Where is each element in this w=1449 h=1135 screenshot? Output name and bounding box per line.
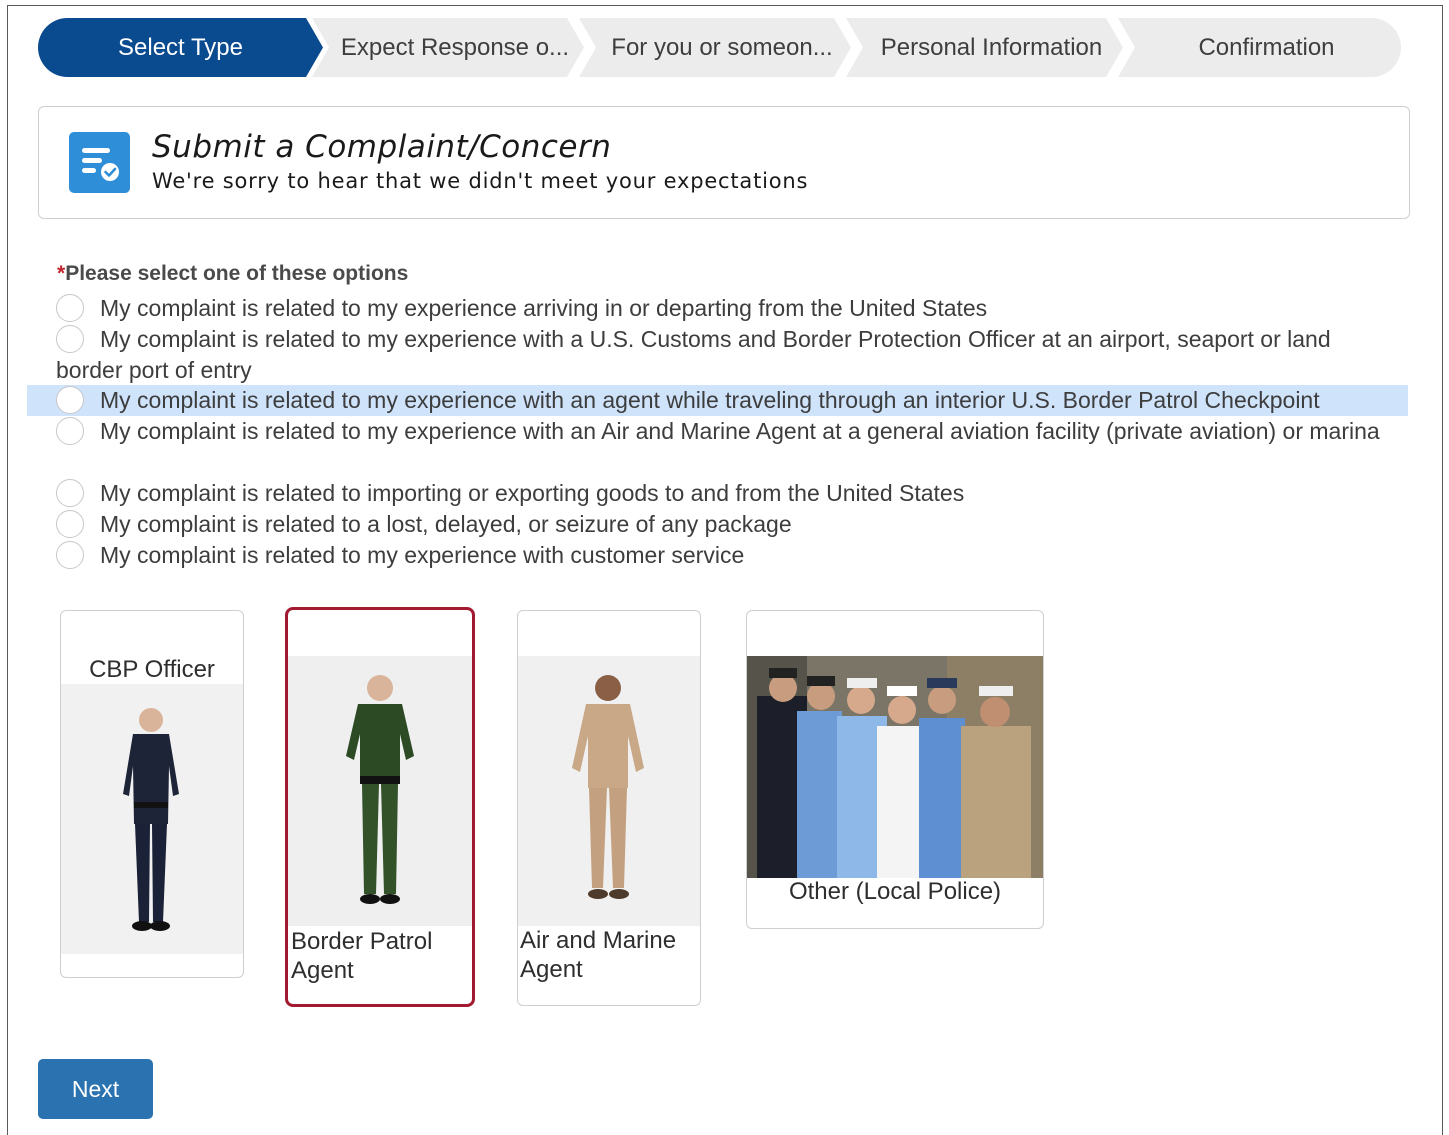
step-label: Expect Response o... (340, 33, 570, 61)
card-label: Other (Local Police) (788, 878, 1002, 905)
card-air-marine-agent[interactable]: Air and Marine Agent (517, 610, 701, 1006)
option-cbp-officer[interactable]: My complaint is related to my experience… (56, 324, 1396, 386)
step-select-type[interactable]: Select Type (38, 18, 323, 77)
step-label: Personal Information (880, 33, 1103, 61)
card-label: Border Patrol Agent (291, 928, 433, 984)
option-air-marine[interactable]: My complaint is related to my experience… (56, 416, 1396, 447)
step-expect-response[interactable]: Expect Response o... (312, 18, 584, 77)
border-patrol-agent-photo (288, 656, 472, 926)
step-label: For you or someon... (611, 33, 833, 61)
local-police-photo (747, 656, 1043, 878)
radio-button[interactable] (56, 540, 84, 569)
radio-button[interactable] (56, 416, 84, 445)
step-personal-information[interactable]: Personal Information (846, 18, 1123, 77)
form-check-icon (69, 132, 130, 193)
option-arrival-departure[interactable]: My complaint is related to my experience… (56, 293, 1396, 324)
next-button[interactable]: Next (38, 1059, 153, 1119)
option-import-export[interactable]: My complaint is related to importing or … (56, 478, 1396, 509)
question-label: *Please select one of these options (57, 262, 408, 286)
page-title: Submit a Complaint/Concern (152, 129, 612, 165)
radio-button[interactable] (56, 478, 84, 507)
card-border-patrol-agent[interactable]: Border Patrol Agent (285, 607, 475, 1007)
card-label: CBP Officer (89, 656, 215, 683)
option-border-patrol-checkpoint[interactable]: My complaint is related to my experience… (27, 385, 1408, 416)
cbp-officer-photo (61, 684, 243, 954)
step-label: Confirmation (1198, 33, 1335, 61)
step-confirmation[interactable]: Confirmation (1118, 18, 1401, 77)
option-label: My complaint is related to my experience… (100, 418, 1380, 444)
card-label: Air and Marine Agent (520, 927, 677, 983)
question-text: Please select one of these options (65, 262, 409, 285)
step-label: Select Type (118, 33, 243, 61)
air-marine-agent-photo (518, 656, 700, 926)
progress-stepper: Select Type Expect Response o... For you… (38, 18, 1410, 77)
radio-button[interactable] (56, 509, 84, 538)
complaint-header-card: Submit a Complaint/Concern We're sorry t… (38, 106, 1410, 219)
required-marker: * (57, 262, 66, 285)
card-other-local-police[interactable]: Other (Local Police) (746, 610, 1044, 929)
step-for-you[interactable]: For you or someon... (579, 18, 851, 77)
radio-button[interactable] (56, 385, 84, 414)
page-subtitle: We're sorry to hear that we didn't meet … (152, 169, 809, 193)
option-label: My complaint is related to a lost, delay… (100, 511, 792, 537)
option-label: My complaint is related to my experience… (100, 387, 1320, 413)
option-customer-service[interactable]: My complaint is related to my experience… (56, 540, 1396, 571)
radio-button[interactable] (56, 324, 84, 353)
option-package[interactable]: My complaint is related to a lost, delay… (56, 509, 1396, 540)
card-cbp-officer[interactable]: CBP Officer (60, 610, 244, 978)
option-label: My complaint is related to my experience… (100, 542, 745, 568)
option-label: My complaint is related to my experience… (56, 326, 1331, 383)
radio-button[interactable] (56, 293, 84, 322)
option-label: My complaint is related to importing or … (100, 480, 965, 506)
option-label: My complaint is related to my experience… (100, 295, 988, 321)
